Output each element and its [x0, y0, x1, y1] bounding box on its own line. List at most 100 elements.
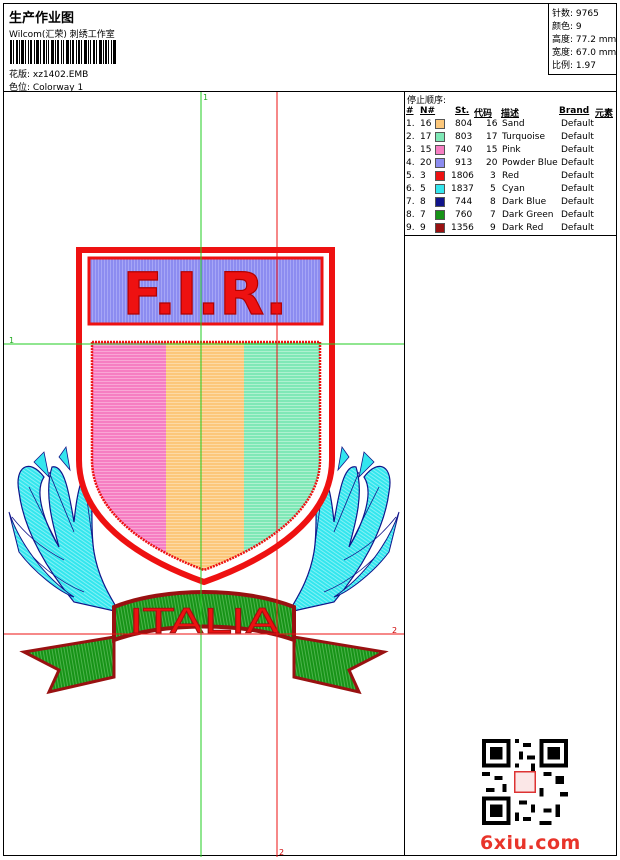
- col-header-element: 元素: [595, 109, 614, 119]
- row-brand: Default: [561, 145, 594, 155]
- row-index: 9.: [406, 223, 415, 233]
- row-stitches: 803: [455, 132, 473, 142]
- row-description: Red: [502, 171, 520, 181]
- color-count: 颜色: 9: [552, 22, 582, 32]
- row-brand: Default: [561, 210, 594, 220]
- design-height: 高度: 77.2 mm: [552, 35, 617, 45]
- row-stitches: 740: [455, 145, 473, 155]
- row-brand: Default: [561, 119, 594, 129]
- row-stitches: 1356: [451, 223, 474, 233]
- row-code: 9: [490, 223, 496, 233]
- row-description: Pink: [502, 145, 521, 155]
- row-needle: 7: [420, 210, 426, 220]
- row-index: 8.: [406, 210, 415, 220]
- color-swatch: [435, 132, 445, 142]
- ribbon-text: ITALIA: [129, 602, 279, 642]
- color-swatch: [435, 145, 445, 155]
- design-width: 宽度: 67.0 mm: [552, 48, 617, 58]
- col-header-needle: N#: [420, 106, 436, 116]
- design-scale: 比例: 1.97: [552, 61, 596, 71]
- row-stitches: 804: [455, 119, 473, 129]
- site-logo: 6xiu.com: [480, 832, 581, 854]
- row-code: 5: [490, 184, 496, 194]
- shield: F.I.R.: [76, 247, 335, 586]
- row-description: Dark Blue: [502, 197, 547, 207]
- row-brand: Default: [561, 223, 594, 233]
- ribbon: ITALIA: [19, 590, 389, 695]
- row-needle: 3: [420, 171, 426, 181]
- design-stats: 针数: 9765 颜色: 9 高度: 77.2 mm 宽度: 67.0 mm 比…: [548, 4, 617, 75]
- studio-name: Wilcom(汇荣) 刺绣工作室: [9, 30, 115, 40]
- row-code: 8: [490, 197, 496, 207]
- row-stitches: 913: [455, 158, 473, 168]
- barcode: [10, 40, 116, 64]
- color-swatch: [435, 184, 445, 194]
- shield-text: F.I.R.: [123, 260, 288, 328]
- col-header-description: 描述: [501, 109, 520, 119]
- table-row: 3. 15 740 15 Pink Default: [406, 145, 616, 158]
- row-index: 5.: [406, 171, 415, 181]
- row-stitches: 1806: [451, 171, 474, 181]
- row-index: 6.: [406, 184, 415, 194]
- col-header-stitches: St.: [455, 106, 470, 116]
- color-swatch: [435, 223, 445, 233]
- guide-label-green-h: 1: [9, 336, 14, 345]
- row-code: 16: [486, 119, 498, 129]
- panel-divider: [404, 91, 405, 856]
- color-swatch: [435, 158, 445, 168]
- row-description: Dark Red: [502, 223, 544, 233]
- row-code: 7: [490, 210, 496, 220]
- color-swatch: [435, 119, 445, 129]
- row-stitches: 1837: [451, 184, 474, 194]
- production-worksheet: 生产作业图 Wilcom(汇荣) 刺绣工作室 花版: xz1402.EMB 色位…: [3, 3, 617, 857]
- row-brand: Default: [561, 158, 594, 168]
- row-needle: 8: [420, 197, 426, 207]
- guide-label-red-v: 2: [279, 848, 284, 857]
- row-description: Sand: [502, 119, 525, 129]
- design-canvas: F.I.R. ITALIA 1 1 2 2: [4, 92, 404, 857]
- table-row: 5. 3 1806 3 Red Default: [406, 171, 616, 184]
- table-row: 8. 7 760 7 Dark Green Default: [406, 210, 616, 223]
- row-description: Dark Green: [502, 210, 554, 220]
- row-description: Powder Blue: [502, 158, 558, 168]
- qr-code: [482, 739, 568, 825]
- table-row: 2. 17 803 17 Turquoise Default: [406, 132, 616, 145]
- row-code: 20: [486, 158, 498, 168]
- row-code: 3: [490, 171, 496, 181]
- table-row: 1. 16 804 16 Sand Default: [406, 119, 616, 132]
- row-brand: Default: [561, 171, 594, 181]
- table-row: 6. 5 1837 5 Cyan Default: [406, 184, 616, 197]
- row-brand: Default: [561, 197, 594, 207]
- table-row: 7. 8 744 8 Dark Blue Default: [406, 197, 616, 210]
- stitch-count: 针数: 9765: [552, 9, 599, 19]
- row-stitches: 760: [455, 210, 473, 220]
- color-swatch: [435, 210, 445, 220]
- color-swatch: [435, 171, 445, 181]
- row-needle: 9: [420, 223, 426, 233]
- row-needle: 16: [420, 119, 432, 129]
- row-stitches: 744: [455, 197, 473, 207]
- row-description: Turquoise: [502, 132, 546, 142]
- guide-label-red-h: 2: [392, 626, 397, 635]
- row-needle: 15: [420, 145, 432, 155]
- row-code: 15: [486, 145, 498, 155]
- table-bottom-rule: [404, 235, 616, 236]
- row-code: 17: [486, 132, 498, 142]
- row-brand: Default: [561, 184, 594, 194]
- col-header-code: 代码: [474, 109, 493, 119]
- row-index: 7.: [406, 197, 415, 207]
- color-swatch: [435, 197, 445, 207]
- row-needle: 20: [420, 158, 432, 168]
- row-index: 1.: [406, 119, 415, 129]
- row-brand: Default: [561, 132, 594, 142]
- row-index: 4.: [406, 158, 415, 168]
- guide-label-green-v: 1: [203, 93, 208, 102]
- row-needle: 5: [420, 184, 426, 194]
- row-needle: 17: [420, 132, 432, 142]
- row-description: Cyan: [502, 184, 525, 194]
- col-header-brand: Brand: [559, 106, 590, 116]
- row-index: 3.: [406, 145, 415, 155]
- stop-sequence-title: 停止顺序:: [407, 96, 447, 106]
- design-file-label: 花版: xz1402.EMB: [9, 70, 89, 80]
- row-index: 2.: [406, 132, 415, 142]
